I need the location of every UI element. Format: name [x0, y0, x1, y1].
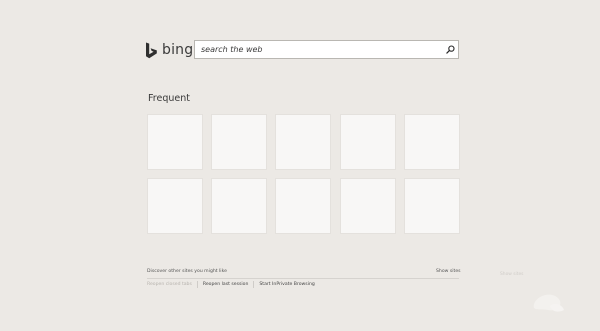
- reopen-closed-tabs-button[interactable]: Reopen closed tabs: [147, 282, 195, 287]
- new-tab-page: bing Frequent Discover other sites you m…: [0, 0, 600, 331]
- frequent-site-tile-8[interactable]: [276, 179, 330, 233]
- action-separator: [196, 281, 198, 288]
- footer-actions: Reopen closed tabs Reopen last session S…: [147, 281, 318, 288]
- search-button[interactable]: [442, 41, 458, 58]
- action-separator: [253, 281, 255, 288]
- frequent-site-tile-5[interactable]: [405, 115, 459, 169]
- faded-show-sites-text: Show sites: [500, 272, 524, 277]
- start-inprivate-link[interactable]: Start InPrivate Browsing: [256, 282, 317, 287]
- bing-logo[interactable]: bing: [145, 41, 193, 59]
- frequent-site-tile-9[interactable]: [341, 179, 395, 233]
- frequent-site-tile-3[interactable]: [276, 115, 330, 169]
- frequent-site-tile-2[interactable]: [212, 115, 266, 169]
- frequent-heading: Frequent: [148, 93, 190, 104]
- reopen-last-session-link[interactable]: Reopen last session: [200, 282, 252, 287]
- footer-divider: [147, 278, 459, 279]
- show-sites-link[interactable]: Show sites: [436, 269, 461, 274]
- search-icon: [445, 45, 455, 54]
- frequent-site-tile-6[interactable]: [148, 179, 202, 233]
- search-box: [194, 40, 459, 59]
- bing-b-icon: [146, 42, 157, 58]
- bing-wordmark: bing: [162, 42, 194, 58]
- frequent-site-tile-1[interactable]: [148, 115, 202, 169]
- discover-sites-text: Discover other sites you might like: [147, 269, 227, 274]
- frequent-site-tile-10[interactable]: [405, 179, 459, 233]
- frequent-site-tile-7[interactable]: [212, 179, 266, 233]
- decorative-watermark: [533, 294, 564, 312]
- search-input[interactable]: [195, 41, 442, 58]
- frequent-site-tile-4[interactable]: [341, 115, 395, 169]
